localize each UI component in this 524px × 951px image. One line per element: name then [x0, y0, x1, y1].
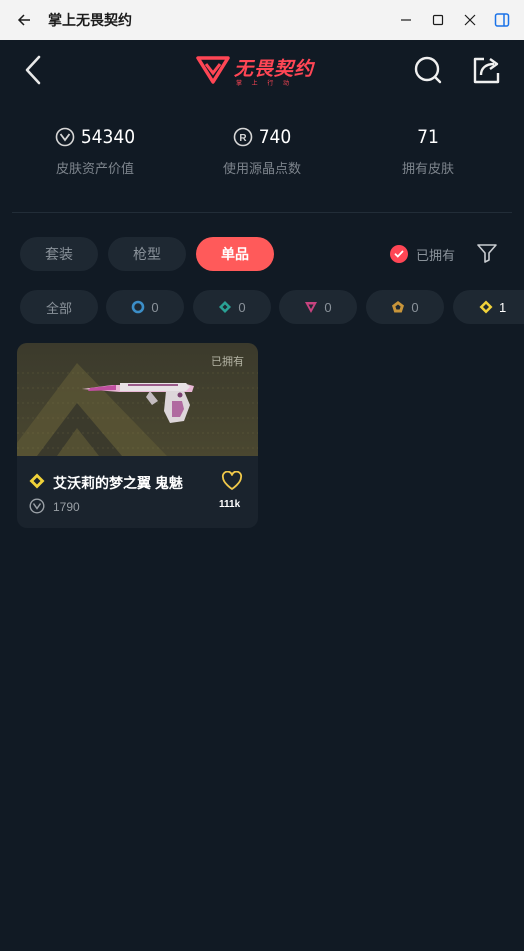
- maximize-button[interactable]: [422, 0, 454, 40]
- back-button[interactable]: [18, 52, 48, 88]
- tier-filter-all[interactable]: 全部: [20, 290, 98, 324]
- search-icon: [414, 56, 442, 84]
- tier-filter-deluxe[interactable]: 0: [193, 290, 271, 324]
- app-body: 无畏契约 掌 上 行 动 54340 皮肤资产价值 R 740 使用源晶点数 7…: [0, 40, 524, 951]
- tab-weapon-types[interactable]: 枪型: [108, 237, 186, 271]
- close-icon: [464, 14, 476, 26]
- stat-label: 使用源晶点数: [222, 161, 301, 176]
- tier-filter-exclusive[interactable]: 0: [366, 290, 444, 324]
- tier-count: 0: [324, 299, 332, 315]
- search-button[interactable]: [412, 54, 444, 86]
- select-tier-icon: [132, 300, 145, 314]
- tab-single-items[interactable]: 单品: [196, 237, 274, 271]
- skin-thumbnail: 已拥有: [17, 343, 258, 456]
- tier-count: 1: [499, 299, 507, 315]
- share-icon: [473, 57, 500, 84]
- heart-icon[interactable]: [221, 471, 243, 491]
- sidebar-panel-icon: [494, 13, 510, 27]
- tier-filter-ultra[interactable]: 1: [453, 290, 524, 324]
- skin-card[interactable]: 已拥有 艾沃莉的梦之翼 鬼魅 1790 111k: [17, 343, 258, 528]
- exclusive-tier-icon: [392, 301, 405, 313]
- skin-info: 艾沃莉的梦之翼 鬼魅 1790 111k: [17, 456, 258, 528]
- minimize-button[interactable]: [390, 0, 422, 40]
- ultra-tier-icon: [29, 473, 45, 489]
- window-titlebar: 掌上无畏契约: [0, 0, 524, 40]
- deluxe-tier-icon: [219, 301, 232, 313]
- stat-radianite: R 740 使用源晶点数: [182, 120, 342, 177]
- radianite-icon: R: [233, 127, 252, 147]
- stat-skin-value: 54340 皮肤资产价值: [15, 120, 175, 177]
- owned-tag: 已拥有: [211, 356, 244, 368]
- skin-name: 艾沃莉的梦之翼 鬼魅: [53, 475, 183, 491]
- tier-filter-premium[interactable]: 0: [279, 290, 357, 324]
- pistol-skin-image: [82, 383, 194, 423]
- sidebar-toggle-button[interactable]: [486, 0, 518, 40]
- svg-text:R: R: [239, 133, 247, 144]
- premium-tier-icon: [305, 302, 318, 313]
- minimize-icon: [401, 19, 411, 21]
- owned-filter-label: 已拥有: [416, 247, 456, 263]
- window-back-button[interactable]: [4, 0, 44, 40]
- chevron-left-icon: [25, 55, 41, 85]
- app-logo: 无畏契约 掌 上 行 动: [196, 53, 328, 87]
- filter-button[interactable]: [474, 240, 500, 266]
- tier-count: 0: [238, 299, 246, 315]
- ultra-tier-icon: [479, 300, 493, 314]
- stat-label: 皮肤资产价值: [55, 161, 134, 176]
- valorant-points-icon: [29, 498, 45, 514]
- stat-value: 740: [258, 126, 292, 148]
- window-title: 掌上无畏契约: [48, 12, 132, 28]
- owned-filter-toggle[interactable]: 已拥有: [390, 242, 455, 266]
- app-header: 无畏契约 掌 上 行 动: [0, 40, 524, 100]
- divider: [12, 212, 512, 213]
- maximize-icon: [432, 14, 444, 26]
- skin-likes: 111k: [219, 499, 241, 510]
- skin-price: 1790: [53, 500, 80, 514]
- filter-funnel-icon: [477, 244, 497, 263]
- tab-bundles[interactable]: 套装: [20, 237, 98, 271]
- valorant-logo-icon: [196, 56, 230, 84]
- brand-subtitle: 掌 上 行 动: [236, 81, 294, 87]
- brand-name: 无畏契约: [234, 59, 315, 80]
- valorant-points-icon: [55, 127, 75, 147]
- tier-filter-select[interactable]: 0: [106, 290, 184, 324]
- stats-row: 54340 皮肤资产价值 R 740 使用源晶点数 71 拥有皮肤: [0, 120, 524, 200]
- arrow-left-icon: [17, 14, 30, 26]
- stat-value: 71: [417, 126, 439, 148]
- stat-label: 拥有皮肤: [401, 161, 454, 176]
- stat-value: 54340: [80, 126, 136, 148]
- tier-count: 0: [151, 299, 159, 315]
- tier-count: 0: [411, 299, 419, 315]
- share-button[interactable]: [470, 54, 502, 86]
- stat-owned-skins: 71 拥有皮肤: [348, 120, 508, 177]
- checkmark-icon: [390, 245, 408, 263]
- close-button[interactable]: [454, 0, 486, 40]
